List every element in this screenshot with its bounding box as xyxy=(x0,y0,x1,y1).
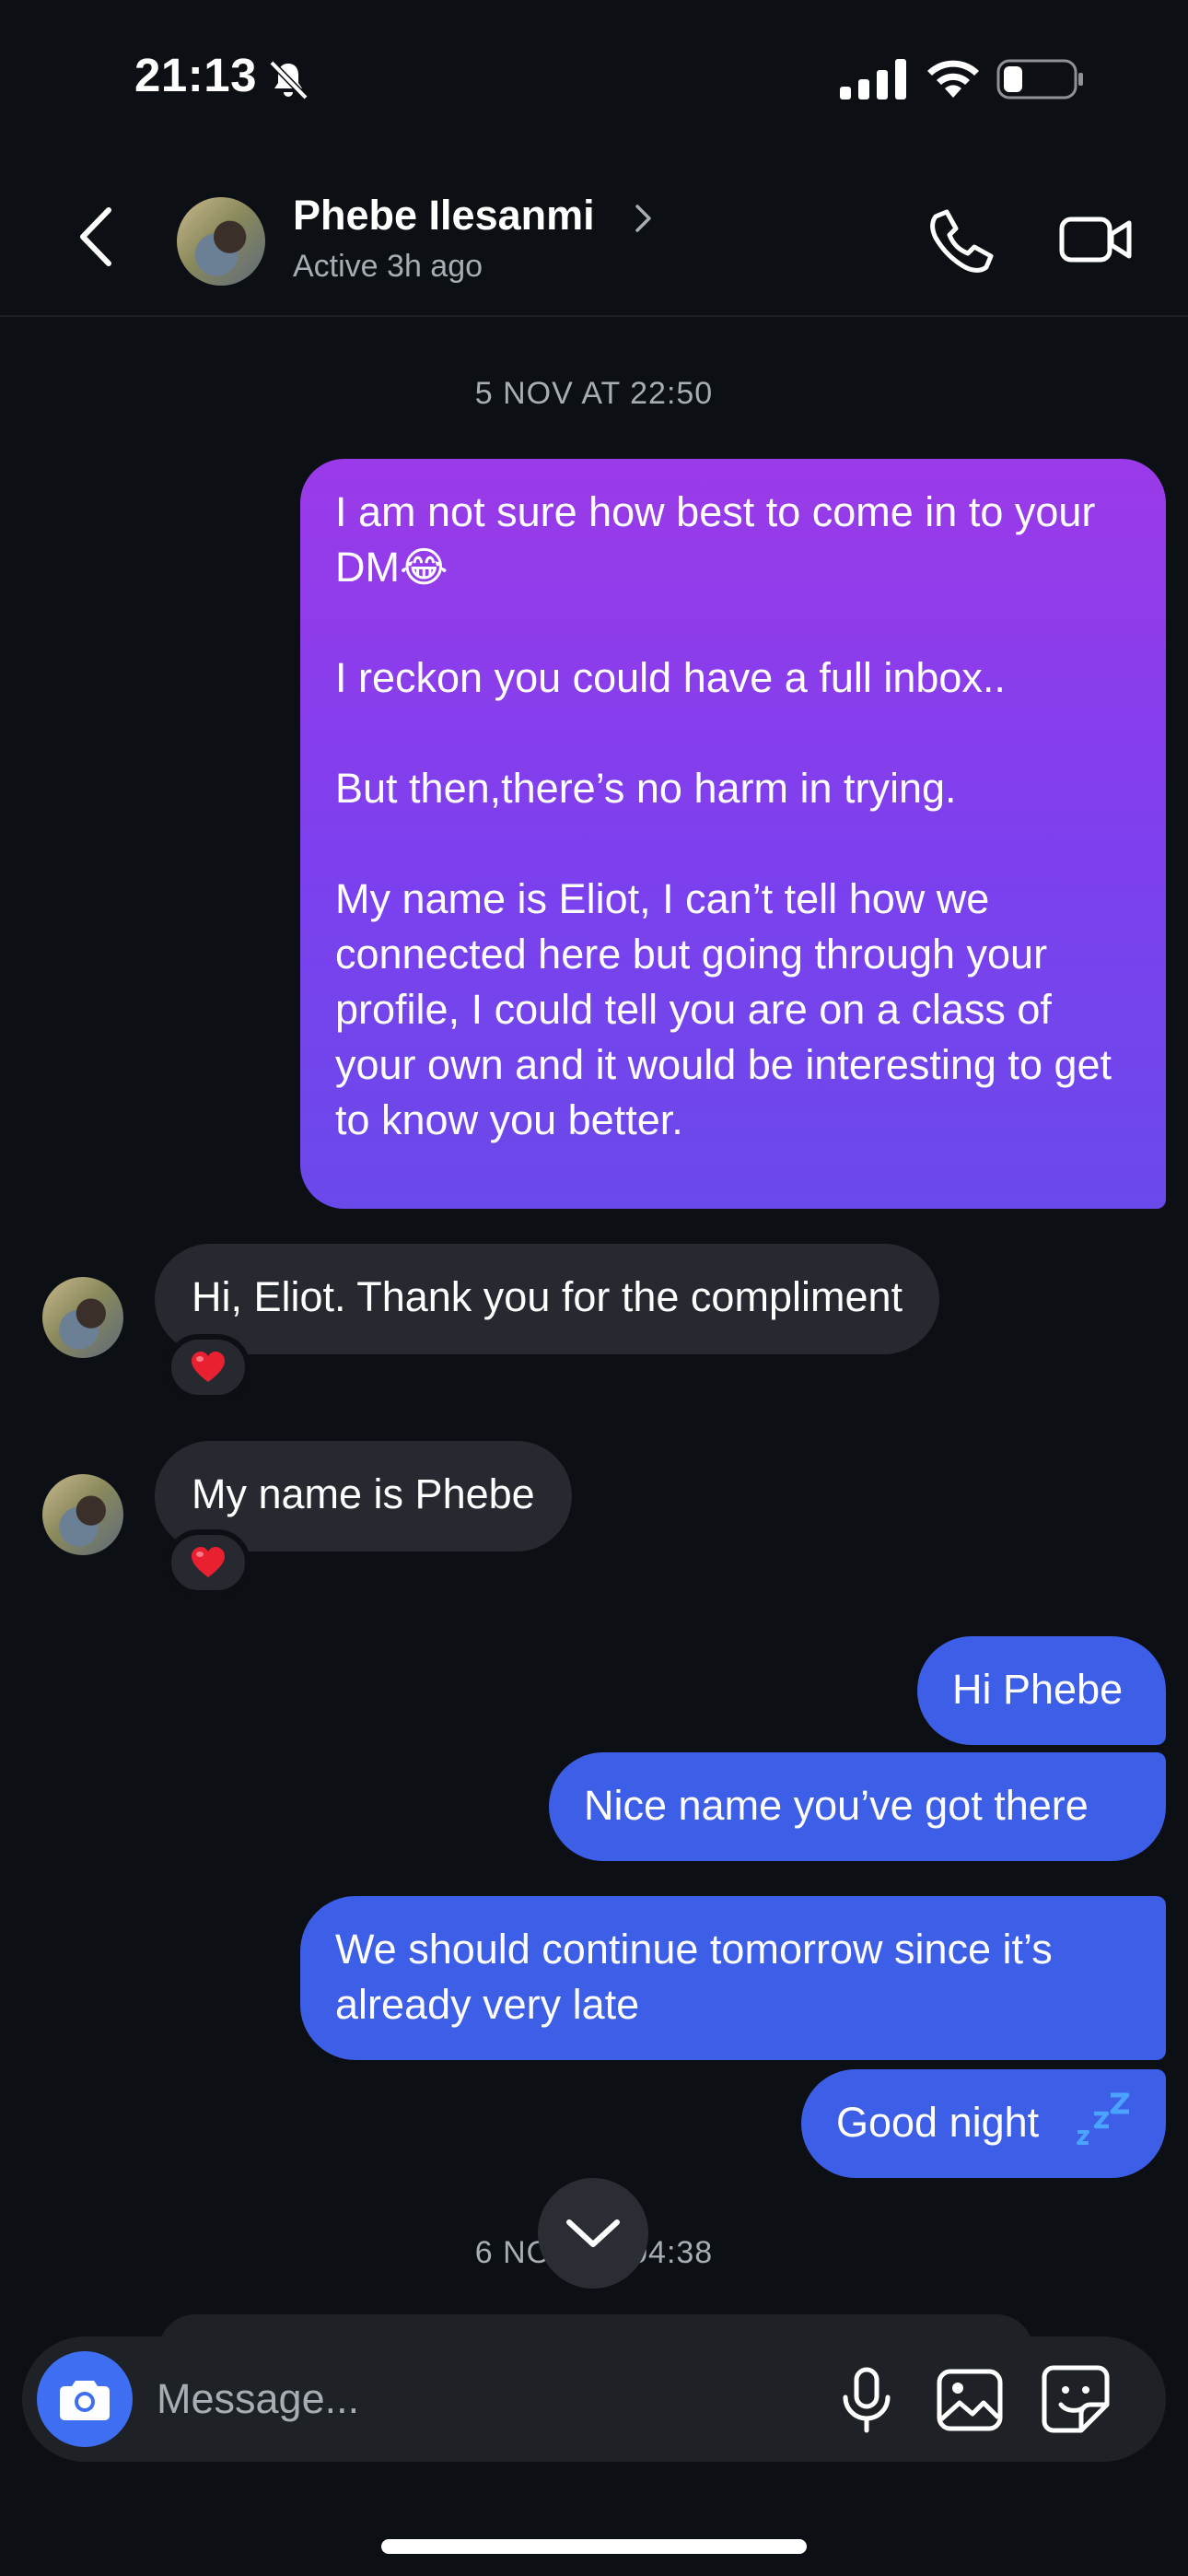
outgoing-message[interactable]: Nice name you’ve got there xyxy=(549,1752,1166,1861)
outgoing-message[interactable]: Hi Phebe xyxy=(917,1636,1166,1745)
sender-avatar[interactable] xyxy=(42,1277,123,1358)
chevron-right-icon[interactable] xyxy=(634,203,654,234)
message-text: Good night xyxy=(836,2099,1040,2146)
outgoing-message[interactable]: Good night xyxy=(801,2069,1166,2178)
message-text: I am not sure how best to come in to you… xyxy=(335,488,1112,1143)
zzz-sleep-icon xyxy=(1077,2092,1130,2145)
message-reaction[interactable] xyxy=(166,1334,250,1400)
outgoing-message[interactable]: We should continue tomorrow since it’s a… xyxy=(300,1896,1166,2060)
home-indicator[interactable] xyxy=(381,2539,807,2554)
incoming-message[interactable]: Hi, Eliot. Thank you for the compliment xyxy=(155,1244,940,1354)
bell-muted-icon xyxy=(269,60,309,100)
microphone-icon[interactable] xyxy=(833,2366,901,2434)
message-text: My name is Phebe xyxy=(192,1470,535,1517)
message-reaction[interactable] xyxy=(166,1529,250,1596)
heart-icon xyxy=(192,1352,225,1382)
phone-call-icon[interactable] xyxy=(928,206,996,275)
sticker-icon[interactable] xyxy=(1041,2364,1111,2434)
chat-header: Phebe Ilesanmi Active 3h ago xyxy=(0,157,1188,317)
scroll-to-bottom-button[interactable] xyxy=(538,2178,648,2289)
video-call-icon[interactable] xyxy=(1059,210,1133,269)
message-text: Hi, Eliot. Thank you for the compliment xyxy=(192,1273,903,1320)
gallery-image-icon[interactable] xyxy=(936,2366,1004,2434)
contact-activity-status: Active 3h ago xyxy=(293,249,483,284)
cellular-signal-icon xyxy=(840,59,906,100)
back-chevron-icon[interactable] xyxy=(74,205,120,269)
sender-avatar[interactable] xyxy=(42,1474,123,1555)
heart-icon xyxy=(192,1547,225,1577)
status-time: 21:13 xyxy=(134,49,257,101)
outgoing-message[interactable]: I am not sure how best to come in to you… xyxy=(300,459,1166,1209)
wifi-icon xyxy=(927,60,979,98)
contact-avatar[interactable] xyxy=(177,197,265,286)
camera-button[interactable] xyxy=(37,2351,133,2447)
battery-icon xyxy=(996,59,1083,100)
contact-name[interactable]: Phebe Ilesanmi xyxy=(293,192,595,240)
message-composer xyxy=(22,2336,1166,2462)
date-separator: 5 NOV AT 22:50 xyxy=(474,376,714,411)
camera-icon xyxy=(60,2381,110,2420)
chevron-down-icon xyxy=(566,2219,620,2247)
message-input[interactable] xyxy=(157,2370,801,2429)
message-text: Hi Phebe xyxy=(952,1666,1124,1713)
message-text: We should continue tomorrow since it’s a… xyxy=(335,1926,1053,2028)
message-text: Nice name you’ve got there xyxy=(584,1782,1089,1829)
status-bar: 21:13 xyxy=(0,0,1188,157)
